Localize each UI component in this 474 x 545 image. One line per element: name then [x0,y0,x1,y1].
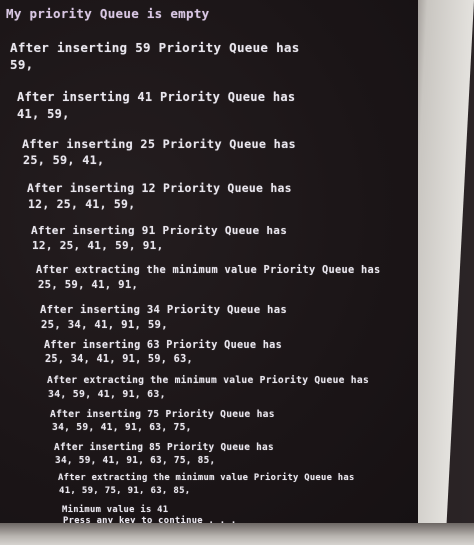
console-line-queue-contents: 59, [10,57,34,72]
console-line-empty-queue: My priority Queue is empty [6,6,210,21]
console-line-insert-41: After inserting 41 Priority Queue has [17,90,296,104]
console-line-insert-34: After inserting 34 Priority Queue has [40,304,288,316]
console-line-insert-25: After inserting 25 Priority Queue has [22,137,296,151]
console-window: My priority Queue is empty After inserti… [0,0,418,528]
console-line-insert-63: After inserting 63 Priority Queue has [44,340,283,351]
console-line-queue-contents: 25, 34, 41, 91, 59, [41,319,168,331]
console-line-queue-contents: 25, 34, 41, 91, 59, 63, [45,354,193,365]
console-line-insert-91: After inserting 91 Priority Queue has [31,224,288,237]
console-line-queue-contents: 41, 59, [17,107,70,121]
console-line-queue-contents: 41, 59, 75, 91, 63, 85, [59,486,191,496]
console-line-extract-min: After extracting the minimum value Prior… [36,264,381,276]
console-line-queue-contents: 34, 59, 41, 91, 63, [48,389,166,400]
console-line-extract-min: After extracting the minimum value Prior… [58,473,355,483]
console-line-queue-contents: 12, 25, 41, 59, 91, [32,239,164,252]
console-line-insert-75: After inserting 75 Priority Queue has [50,409,275,420]
console-line-queue-contents: 25, 59, 41, [23,153,105,167]
monitor-bezel-bottom [0,523,474,545]
console-line-insert-12: After inserting 12 Priority Queue has [27,181,292,195]
console-line-queue-contents: 34, 59, 41, 91, 63, 75, [52,422,192,433]
console-line-extract-min: After extracting the minimum value Prior… [47,375,370,386]
console-line-queue-contents: 34, 59, 41, 91, 63, 75, 85, [55,455,216,466]
console-line-queue-contents: 25, 59, 41, 91, [38,279,139,291]
console-line-insert-59: After inserting 59 Priority Queue has [10,40,300,55]
console-line-queue-contents: 12, 25, 41, 59, [28,197,136,211]
console-line-minimum-value: Minimum value is 41 [62,505,169,515]
photo-of-monitor: My priority Queue is empty After inserti… [0,0,474,545]
console-line-insert-85: After inserting 85 Priority Queue has [54,442,274,453]
